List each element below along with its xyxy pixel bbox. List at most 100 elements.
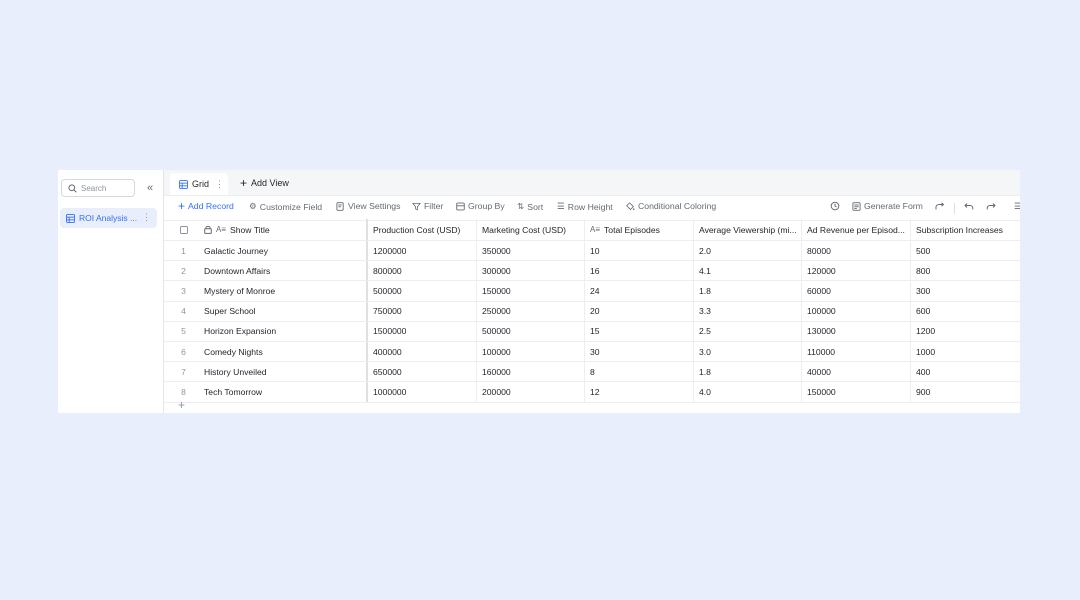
conditional-coloring-button[interactable]: Conditional Coloring (626, 201, 716, 211)
cell-marketing[interactable]: 300000 (477, 261, 585, 281)
column-header-ad-revenue[interactable]: Ad Revenue per Episod... (802, 219, 911, 240)
cell-marketing[interactable]: 250000 (477, 301, 585, 321)
table-row[interactable]: 6 Comedy Nights 400000 100000 30 3.0 110… (164, 341, 1020, 363)
cell-viewership[interactable]: 1.8 (694, 281, 802, 301)
cell-episodes[interactable]: 24 (585, 281, 694, 301)
cell-episodes[interactable]: 20 (585, 301, 694, 321)
cell-title[interactable]: Horizon Expansion (203, 321, 368, 341)
history-icon[interactable] (830, 201, 840, 211)
cell-viewership[interactable]: 3.3 (694, 301, 802, 321)
sidebar-item-table[interactable]: ROI Analysis ... ⋮ (60, 208, 157, 228)
table-row[interactable]: 3 Mystery of Monroe 500000 150000 24 1.8… (164, 281, 1020, 302)
cell-marketing[interactable]: 500000 (477, 321, 585, 341)
cell-ad-revenue[interactable]: 110000 (802, 341, 911, 362)
column-header-subscriptions[interactable]: Subscription Increases (911, 219, 1020, 240)
cell-episodes[interactable]: 8 (585, 362, 694, 382)
cell-ad-revenue[interactable]: 150000 (802, 382, 911, 402)
undo-icon[interactable] (964, 201, 974, 211)
form-icon (852, 201, 861, 211)
cell-viewership[interactable]: 2.0 (694, 241, 802, 261)
cell-viewership[interactable]: 1.8 (694, 362, 802, 382)
cell-marketing[interactable]: 160000 (477, 362, 585, 382)
main-area: Grid ⋮ + Add View + Add Record ⚙ Customi… (164, 170, 1020, 413)
view-settings-button[interactable]: View Settings (336, 201, 400, 211)
cell-production[interactable]: 650000 (368, 362, 477, 382)
cell-title[interactable]: Tech Tomorrow (203, 382, 368, 402)
add-view-button[interactable]: + Add View (240, 176, 289, 190)
cell-viewership[interactable]: 4.1 (694, 261, 802, 281)
cell-subscriptions[interactable]: 400 (911, 362, 1020, 381)
cell-production[interactable]: 800000 (368, 261, 477, 281)
cell-marketing[interactable]: 200000 (477, 382, 585, 402)
cell-episodes[interactable]: 16 (585, 261, 694, 281)
cell-production[interactable]: 1000000 (368, 382, 477, 402)
cell-subscriptions[interactable]: 500 (911, 241, 1020, 260)
table-row[interactable]: 7 History Unveiled 650000 160000 8 1.8 4… (164, 362, 1020, 383)
cell-title[interactable]: History Unveiled (203, 362, 368, 382)
cell-title[interactable]: Comedy Nights (203, 341, 368, 362)
cell-title[interactable]: Galactic Journey (203, 241, 368, 261)
cell-episodes[interactable]: 30 (585, 341, 694, 362)
cell-production[interactable]: 1500000 (368, 321, 477, 341)
table-row[interactable]: 4 Super School 750000 250000 20 3.3 1000… (164, 301, 1020, 322)
share-icon[interactable] (935, 201, 945, 211)
redo-icon[interactable] (986, 201, 996, 211)
row-height-button[interactable]: ☰ Row Height (557, 201, 613, 212)
cell-marketing[interactable]: 350000 (477, 241, 585, 261)
cell-ad-revenue[interactable]: 100000 (802, 301, 911, 321)
column-header-marketing[interactable]: Marketing Cost (USD) (477, 219, 585, 240)
add-row-button[interactable]: + (178, 398, 185, 412)
cell-episodes[interactable]: 12 (585, 382, 694, 402)
cell-production[interactable]: 1200000 (368, 241, 477, 261)
sort-button[interactable]: ⇅ Sort (517, 201, 543, 212)
cell-episodes[interactable]: 15 (585, 321, 694, 341)
group-by-button[interactable]: Group By (456, 201, 505, 211)
select-all-checkbox[interactable] (179, 225, 188, 234)
column-header-title[interactable]: A≡ Show Title (203, 219, 368, 240)
cell-title[interactable]: Super School (203, 301, 368, 321)
column-header-viewership[interactable]: Average Viewership (mi... (694, 219, 802, 240)
table-row[interactable]: 8 Tech Tomorrow 1000000 200000 12 4.0 15… (164, 382, 1020, 403)
filter-button[interactable]: Filter (412, 201, 443, 211)
customize-field-button[interactable]: ⚙ Customize Field (249, 201, 322, 212)
cell-ad-revenue[interactable]: 120000 (802, 261, 911, 281)
table-row[interactable]: 5 Horizon Expansion 1500000 500000 15 2.… (164, 321, 1020, 342)
sidebar-item-label: ROI Analysis ... (79, 213, 138, 223)
cell-production[interactable]: 750000 (368, 301, 477, 321)
cell-viewership[interactable]: 3.0 (694, 341, 802, 362)
generate-form-button[interactable]: Generate Form (852, 201, 923, 211)
table-row[interactable]: 1 Galactic Journey 1200000 350000 10 2.0… (164, 241, 1020, 262)
add-record-button[interactable]: + Add Record (178, 200, 234, 212)
more-icon[interactable]: ⋮ (142, 212, 151, 223)
cell-ad-revenue[interactable]: 40000 (802, 362, 911, 382)
cell-viewership[interactable]: 4.0 (694, 382, 802, 402)
search-input[interactable]: Search (61, 179, 135, 197)
cell-subscriptions[interactable]: 600 (911, 302, 1020, 321)
column-subscriptions-label: Subscription Increases (916, 224, 1003, 235)
cell-subscriptions[interactable]: 900 (911, 382, 1020, 401)
cell-subscriptions[interactable]: 1200 (911, 322, 1020, 341)
cell-ad-revenue[interactable]: 80000 (802, 241, 911, 261)
cell-title[interactable]: Downtown Affairs (203, 261, 368, 281)
cell-subscriptions[interactable]: 300 (911, 281, 1020, 300)
cell-title[interactable]: Mystery of Monroe (203, 281, 368, 301)
cell-episodes[interactable]: 10 (585, 241, 694, 261)
cell-production[interactable]: 500000 (368, 281, 477, 301)
cell-production[interactable]: 400000 (368, 341, 477, 362)
cell-subscriptions[interactable]: 800 (911, 261, 1020, 280)
column-header-production[interactable]: Production Cost (USD) (368, 219, 477, 240)
cell-marketing[interactable]: 100000 (477, 341, 585, 362)
tab-grid[interactable]: Grid ⋮ (170, 173, 228, 195)
cell-viewership[interactable]: 2.5 (694, 321, 802, 341)
cell-ad-revenue[interactable]: 130000 (802, 321, 911, 341)
table-row[interactable]: 2 Downtown Affairs 800000 300000 16 4.1 … (164, 261, 1020, 282)
more-menu-icon[interactable]: ☰ (1014, 201, 1020, 212)
row-number: 4 (181, 306, 186, 317)
collapse-sidebar-icon[interactable]: « (144, 181, 156, 195)
cell-marketing[interactable]: 150000 (477, 281, 585, 301)
cell-subscriptions[interactable]: 1000 (911, 342, 1020, 361)
cell-ad-revenue[interactable]: 60000 (802, 281, 911, 301)
column-header-episodes[interactable]: A≡ Total Episodes (585, 219, 694, 240)
tab-more-icon[interactable]: ⋮ (215, 179, 224, 190)
select-all-cell[interactable] (164, 219, 203, 240)
